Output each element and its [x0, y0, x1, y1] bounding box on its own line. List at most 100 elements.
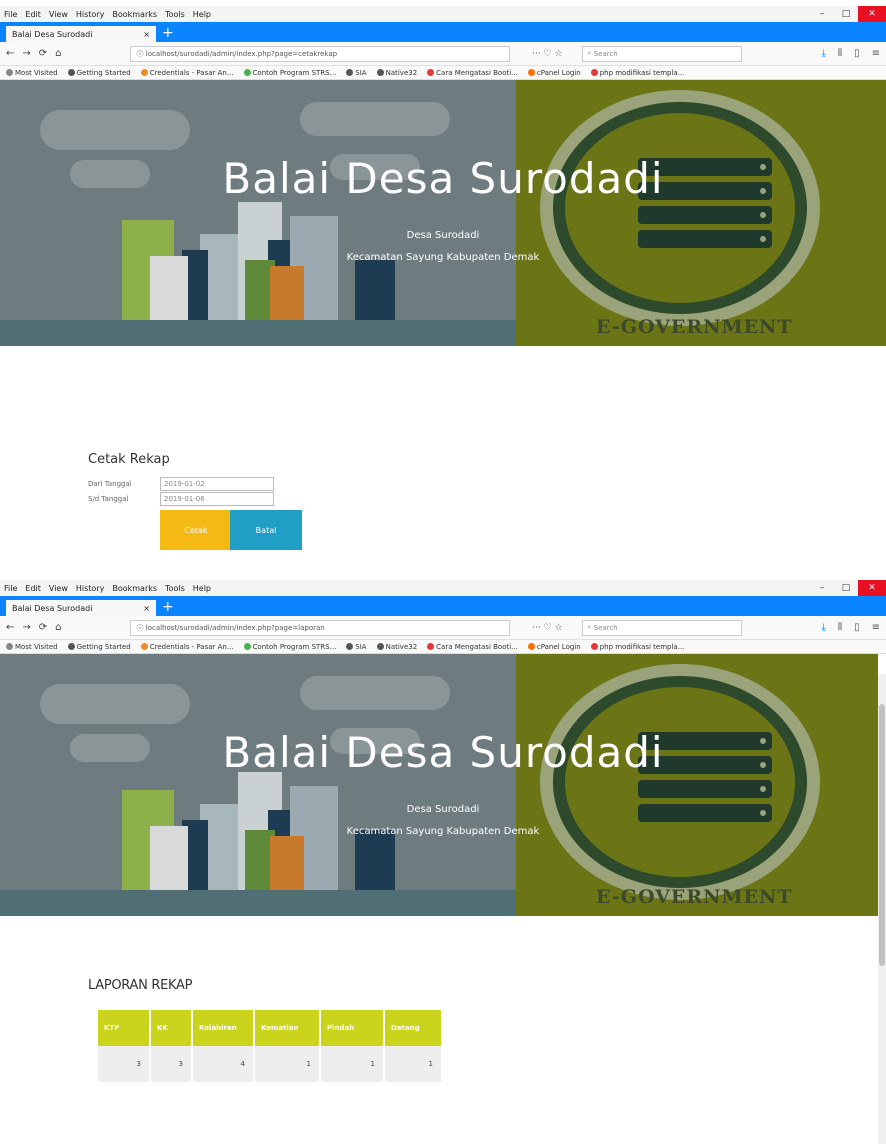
bookmark-item[interactable]: Getting Started — [67, 69, 131, 77]
menu-tools[interactable]: Tools — [165, 584, 185, 593]
bookmark-item[interactable]: Credentials - Pasar An... — [140, 643, 234, 651]
bookmark-item[interactable]: Native32 — [376, 69, 417, 77]
hero-banner: E-GOVERNMENT Balai Desa Surodadi Desa Su… — [0, 654, 886, 916]
browser-tab[interactable]: Balai Desa Surodadi × — [6, 598, 156, 616]
hero-village: Desa Surodadi — [406, 804, 480, 815]
from-date-row: Dari Tanggal — [88, 477, 274, 491]
home-icon[interactable]: ⌂ — [55, 48, 61, 59]
menu-help[interactable]: Help — [193, 584, 211, 593]
bookmark-item[interactable]: cPanel Login — [527, 68, 581, 77]
bookmark-item[interactable]: SIA — [346, 643, 367, 651]
search-input[interactable]: ⌕ Search — [581, 45, 742, 62]
search-input[interactable]: ⌕ Search — [581, 619, 742, 636]
library-icon[interactable]: ⫴ — [838, 622, 842, 633]
tab-close-icon[interactable]: × — [143, 604, 150, 613]
library-icon[interactable]: ⫴ — [838, 48, 842, 59]
bookmark-item[interactable]: Contoh Program STRS... — [243, 69, 336, 77]
bookmark-item[interactable]: Cara Mengatasi Booti... — [427, 69, 518, 77]
browser-menubar: File Edit View History Bookmarks Tools H… — [0, 580, 886, 596]
bookmark-item[interactable]: php modifikasi templa... — [590, 643, 684, 651]
menu-view[interactable]: View — [49, 10, 68, 19]
page-actions-icon[interactable]: ··· ♡ ☆ — [532, 49, 562, 59]
browser-tab[interactable]: Balai Desa Surodadi × — [6, 24, 156, 42]
e-government-label: E-GOVERNMENT — [596, 316, 793, 338]
to-date-row: S/d Tanggal — [88, 492, 274, 506]
menu-tools[interactable]: Tools — [165, 10, 185, 19]
from-date-input[interactable] — [160, 477, 274, 491]
bookmark-favicon-icon — [427, 643, 435, 650]
cell-ktp: 3 — [98, 1046, 151, 1082]
page-info-icon[interactable]: ⓘ — [137, 623, 146, 633]
download-icon[interactable]: ⤓ — [821, 48, 825, 59]
maximize-button[interactable]: □ — [834, 580, 858, 596]
menu-bookmarks[interactable]: Bookmarks — [112, 584, 157, 593]
forward-arrow-icon[interactable]: → — [22, 48, 30, 59]
page-info-icon[interactable]: ⓘ — [137, 49, 146, 59]
menu-help[interactable]: Help — [193, 10, 211, 19]
bookmark-item[interactable]: Cara Mengatasi Booti... — [427, 643, 518, 651]
print-button[interactable]: Cetak — [160, 510, 232, 550]
url-text: localhost/surodadi/admin/index.php?page=… — [145, 623, 325, 632]
bookmark-favicon-icon — [527, 643, 535, 650]
menu-file[interactable]: File — [4, 10, 17, 19]
url-bar[interactable]: ⓘ localhost/surodadi/admin/index.php?pag… — [129, 45, 563, 62]
bookmark-favicon-icon — [376, 69, 384, 76]
search-placeholder: Search — [593, 49, 618, 58]
new-tab-button[interactable]: + — [162, 598, 174, 616]
minimize-button[interactable]: – — [810, 6, 834, 22]
menu-edit[interactable]: Edit — [25, 584, 41, 593]
tab-title: Balai Desa Surodadi — [12, 29, 93, 39]
close-window-button[interactable]: ✕ — [858, 580, 886, 596]
bookmark-favicon-icon — [376, 643, 384, 650]
back-arrow-icon[interactable]: ← — [6, 48, 14, 59]
reload-icon[interactable]: ⟳ — [39, 622, 47, 633]
page-actions-icon[interactable]: ··· ♡ ☆ — [532, 623, 562, 633]
to-date-label: S/d Tanggal — [88, 495, 129, 503]
tab-close-icon[interactable]: × — [143, 30, 150, 39]
menu-hamburger-icon[interactable]: ≡ — [872, 48, 880, 59]
bookmark-favicon-icon — [243, 643, 251, 650]
sidebar-icon[interactable]: ▯ — [854, 48, 860, 59]
reload-icon[interactable]: ⟳ — [39, 48, 47, 59]
bookmark-item[interactable]: Most Visited — [6, 69, 58, 77]
bookmark-label: Cara Mengatasi Booti... — [436, 68, 518, 77]
menu-history[interactable]: History — [76, 584, 104, 593]
bookmark-item[interactable]: cPanel Login — [527, 643, 581, 651]
forward-arrow-icon[interactable]: → — [22, 622, 30, 633]
bookmark-item[interactable]: Most Visited — [6, 643, 58, 651]
menu-history[interactable]: History — [76, 10, 104, 19]
laporan-rekap-heading: LAPORAN REKAP — [88, 978, 193, 993]
close-window-button[interactable]: ✕ — [858, 6, 886, 22]
bookmark-label: cPanel Login — [536, 68, 581, 77]
url-bar[interactable]: ⓘ localhost/surodadi/admin/index.php?pag… — [129, 619, 563, 636]
bookmark-item[interactable]: php modifikasi templa... — [590, 69, 684, 77]
bookmark-favicon-icon — [243, 69, 251, 76]
to-date-input[interactable] — [160, 492, 274, 506]
city-illustration — [0, 654, 516, 916]
menu-view[interactable]: View — [49, 584, 68, 593]
menu-edit[interactable]: Edit — [25, 10, 41, 19]
minimize-button[interactable]: – — [810, 580, 834, 596]
bookmark-label: Contoh Program STRS... — [252, 642, 337, 651]
bookmark-item[interactable]: Contoh Program STRS... — [243, 642, 337, 651]
home-icon[interactable]: ⌂ — [55, 622, 61, 633]
new-tab-button[interactable]: + — [162, 24, 174, 42]
cell-kelahiran: 4 — [192, 1046, 255, 1082]
cancel-button[interactable]: Batal — [230, 510, 302, 550]
menu-bookmarks[interactable]: Bookmarks — [112, 10, 157, 19]
bookmark-item[interactable]: SIA — [346, 69, 367, 77]
maximize-button[interactable]: □ — [834, 6, 858, 22]
menu-file[interactable]: File — [4, 584, 17, 593]
bookmark-item[interactable]: Getting Started — [67, 643, 131, 651]
download-icon[interactable]: ⤓ — [821, 622, 825, 633]
back-arrow-icon[interactable]: ← — [6, 622, 14, 633]
bookmark-favicon-icon — [590, 643, 598, 650]
table-row: 3 3 4 1 1 1 — [98, 1046, 443, 1082]
sidebar-icon[interactable]: ▯ — [854, 622, 860, 633]
from-date-label: Dari Tanggal — [88, 480, 132, 488]
menu-hamburger-icon[interactable]: ≡ — [872, 622, 880, 633]
bookmark-item[interactable]: Native32 — [376, 643, 417, 651]
scrollbar-thumb[interactable] — [879, 704, 885, 966]
bookmark-item[interactable]: Credentials - Pasar An... — [140, 69, 234, 77]
rekap-table: KTP KK Kelahiran Kematian Pindah Datang … — [98, 1010, 443, 1082]
